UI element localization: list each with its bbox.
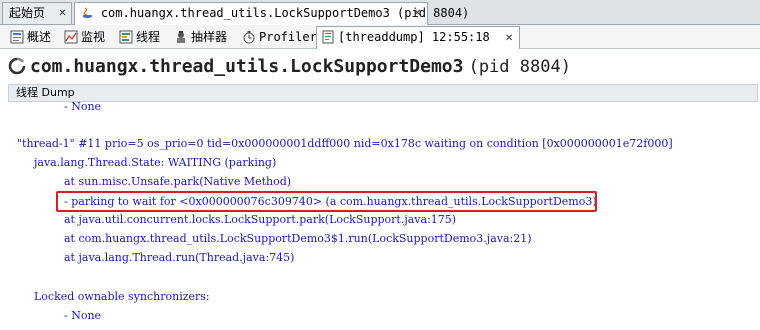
tab-profiler-label: Profiler (259, 30, 317, 44)
tab-application[interactable]: com.huangx.thread_utils.LockSupportDemo3… (74, 2, 469, 26)
tab-profiler[interactable]: Profiler (240, 27, 317, 48)
tab-start-page-label: 起始页 (9, 6, 46, 20)
sampler-icon (174, 30, 188, 44)
close-icon[interactable]: ✕ (504, 29, 515, 49)
process-id: (pid 8804) (468, 57, 571, 77)
tab-start-page[interactable]: 起始页 ✕ (2, 2, 72, 24)
overview-icon (10, 30, 24, 44)
tab-monitor[interactable]: 监视 (62, 27, 105, 48)
dump-line: at java.lang.Thread.run(Thread.java:745) (64, 251, 295, 264)
tab-sampler-label: 抽样器 (191, 30, 228, 44)
dump-line: Locked ownable synchronizers: (34, 290, 210, 303)
threaddump-icon (321, 30, 335, 44)
dump-line: java.lang.Thread.State: WAITING (parking… (34, 156, 277, 169)
tab-threaddump[interactable]: [threaddump] 12:55:18 ✕ (316, 26, 520, 49)
dump-line: - None (64, 309, 102, 322)
page-header: com.huangx.thread_utils.LockSupportDemo3… (8, 56, 571, 82)
tab-threads-label: 线程 (136, 30, 161, 44)
section-title: 线程 Dump (8, 84, 758, 102)
threads-icon (119, 30, 133, 44)
tab-threads[interactable]: 线程 (117, 27, 160, 48)
document-tab-bar: 起始页 ✕ com.huangx.thread_utils.LockSuppor… (0, 0, 760, 26)
profiler-icon (242, 30, 256, 44)
java-app-icon (81, 5, 94, 18)
tab-monitor-label: 监视 (81, 30, 106, 44)
thread-dump-text: - None "thread-1" #11 prio=5 os_prio=0 t… (0, 102, 760, 330)
dump-line: at sun.misc.Unsafe.park(Native Method) (64, 175, 292, 188)
dump-line: - None (64, 102, 102, 113)
dump-line: "thread-1" #11 prio=5 os_prio=0 tid=0x00… (17, 137, 673, 150)
dump-line: at java.util.concurrent.locks.LockSuppor… (64, 213, 457, 226)
tab-threaddump-label: [threaddump] 12:55:18 (338, 30, 490, 44)
highlight-box (56, 191, 597, 212)
tab-overview-label: 概述 (27, 30, 52, 44)
close-icon[interactable]: ✕ (412, 3, 423, 24)
refresh-icon (8, 57, 26, 75)
tab-sampler[interactable]: 抽样器 (172, 27, 227, 48)
monitor-icon (64, 30, 78, 44)
close-icon[interactable]: ✕ (57, 3, 68, 24)
page-title: com.huangx.thread_utils.LockSupportDemo3 (30, 56, 464, 77)
tab-overview[interactable]: 概述 (8, 27, 51, 48)
dump-line: at com.huangx.thread_utils.LockSupportDe… (64, 232, 532, 245)
view-tab-bar: 概述 监视 线程 抽样器 Profiler [threaddump] 12:55… (0, 25, 760, 49)
